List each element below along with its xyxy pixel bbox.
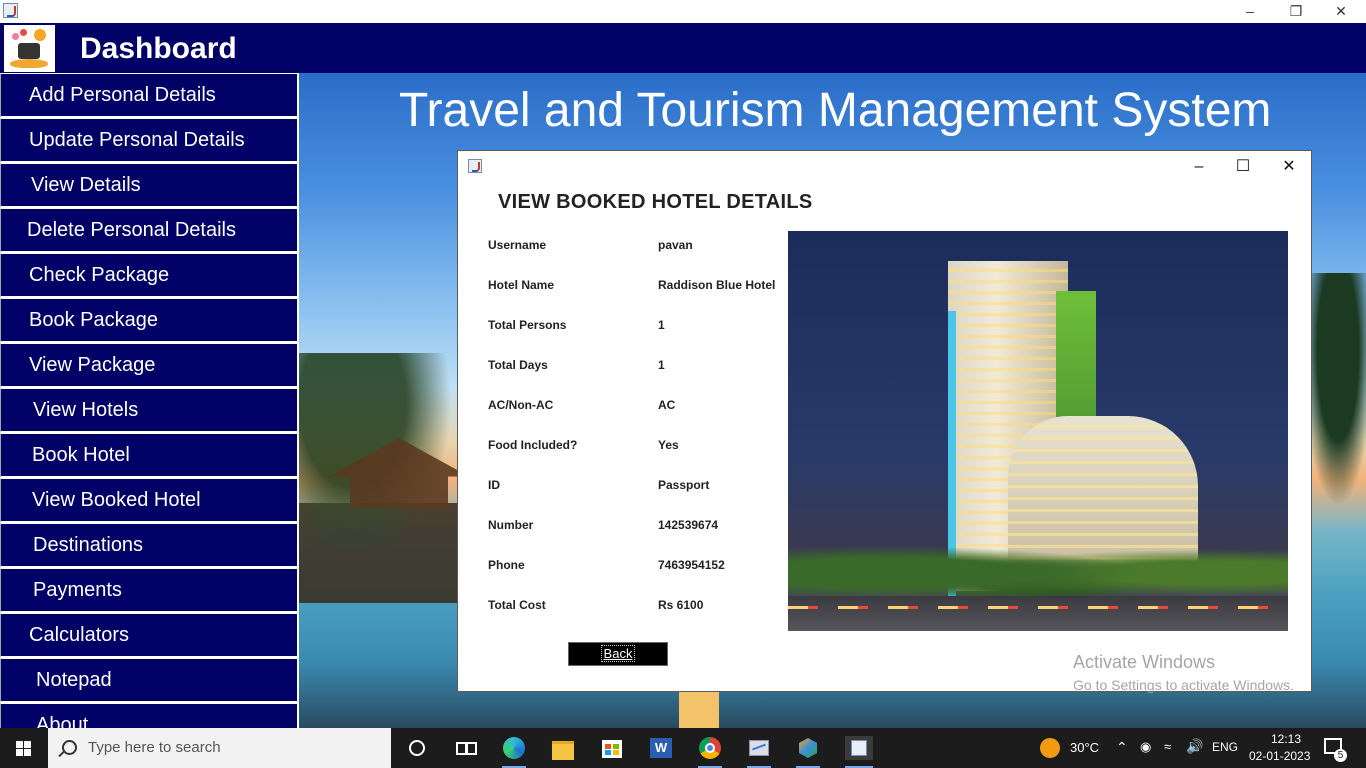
back-button-label: Back — [600, 645, 636, 662]
sidebar-item-about[interactable]: About — [0, 703, 299, 728]
total-cost-label: Total Cost — [488, 598, 546, 612]
hotel-name-value: Raddison Blue Hotel — [658, 278, 776, 292]
close-icon[interactable]: ✕ — [1266, 155, 1312, 179]
volume-icon[interactable]: 🔊 — [1186, 738, 1203, 755]
sidebar-item-book-hotel[interactable]: Book Hotel — [0, 433, 299, 478]
phone-label: Phone — [488, 558, 525, 572]
close-icon[interactable]: ✕ — [1318, 0, 1364, 23]
search-placeholder: Type here to search — [88, 739, 221, 756]
weather-temperature[interactable]: 30°C — [1070, 740, 1099, 755]
minimize-icon[interactable]: – — [1227, 0, 1273, 23]
notification-badge: 5 — [1334, 749, 1347, 762]
view-booked-hotel-dialog: – ☐ ✕ VIEW BOOKED HOTEL DETAILS Username… — [457, 150, 1312, 692]
dashboard-header: Dashboard — [0, 23, 1366, 73]
chrome-icon[interactable] — [698, 736, 722, 760]
windows-start-icon[interactable] — [0, 728, 48, 768]
dialog-heading: VIEW BOOKED HOTEL DETAILS — [498, 191, 813, 213]
netbeans-icon[interactable] — [796, 736, 820, 760]
clock-time[interactable]: 12:13 — [1265, 732, 1307, 746]
activate-windows-subtitle: Go to Settings to activate Windows. — [1073, 677, 1294, 693]
task-manager-icon[interactable] — [747, 736, 771, 760]
cortana-icon[interactable] — [405, 736, 429, 760]
id-label: ID — [488, 478, 500, 492]
restore-icon[interactable]: ❐ — [1273, 0, 1319, 23]
total-persons-value: 1 — [658, 318, 665, 332]
search-icon — [62, 740, 77, 755]
total-cost-value: Rs 6100 — [658, 598, 704, 612]
sidebar-item-book-package[interactable]: Book Package — [0, 298, 299, 343]
total-persons-label: Total Persons — [488, 318, 567, 332]
trees — [788, 531, 1288, 601]
window-titlebar: – ❐ ✕ — [0, 0, 1366, 23]
taskbar-search-input[interactable]: Type here to search — [48, 728, 391, 768]
total-days-value: 1 — [658, 358, 665, 372]
back-button[interactable]: Back — [568, 642, 668, 666]
clock-date[interactable]: 02-01-2023 — [1249, 749, 1310, 763]
chevron-up-icon[interactable]: ⌃ — [1116, 739, 1128, 756]
sidebar-item-view-hotels[interactable]: View Hotels — [0, 388, 299, 433]
store-icon[interactable] — [600, 736, 624, 760]
edge-browser-icon[interactable] — [502, 736, 526, 760]
username-value: pavan — [658, 238, 693, 252]
ac-value: AC — [658, 398, 676, 412]
food-label: Food Included? — [488, 438, 578, 452]
username-label: Username — [488, 238, 547, 252]
language-indicator[interactable]: ENG — [1212, 740, 1238, 754]
system-title: Travel and Tourism Management System — [399, 84, 1272, 137]
sidebar-item-view-details[interactable]: View Details — [0, 163, 299, 208]
hotel-name-label: Hotel Name — [488, 278, 555, 292]
sidebar-item-destinations[interactable]: Destinations — [0, 523, 299, 568]
sidebar-item-view-package[interactable]: View Package — [0, 343, 299, 388]
food-value: Yes — [658, 438, 679, 452]
java-app-icon[interactable] — [845, 736, 873, 760]
sidebar-item-check-package[interactable]: Check Package — [0, 253, 299, 298]
taskbar: Type here to search W 30°C ⌃ ◉ ≈ 🔊 ENG 1… — [0, 728, 1366, 768]
minimize-icon[interactable]: – — [1176, 155, 1222, 179]
task-view-icon[interactable] — [453, 736, 477, 760]
id-value: Passport — [658, 478, 710, 492]
word-icon[interactable]: W — [649, 736, 673, 760]
sidebar-item-payments[interactable]: Payments — [0, 568, 299, 613]
sidebar-item-calculators[interactable]: Calculators — [0, 613, 299, 658]
street — [788, 596, 1288, 631]
java-app-icon — [468, 159, 482, 173]
total-days-label: Total Days — [488, 358, 548, 372]
ac-label: AC/Non-AC — [488, 398, 554, 412]
file-explorer-icon[interactable] — [551, 736, 575, 760]
sidebar-item-notepad[interactable]: Notepad — [0, 658, 299, 703]
number-label: Number — [488, 518, 534, 532]
sidebar-item-view-booked-hotel[interactable]: View Booked Hotel — [0, 478, 299, 523]
sidebar-item-add-personal-details[interactable]: Add Personal Details — [0, 73, 299, 118]
maximize-icon[interactable]: ☐ — [1220, 155, 1266, 179]
sidebar-item-update-personal-details[interactable]: Update Personal Details — [0, 118, 299, 163]
wifi-icon[interactable]: ≈ — [1164, 739, 1171, 754]
sidebar: Add Personal Details Update Personal Det… — [0, 73, 299, 728]
java-app-icon — [3, 3, 18, 18]
phone-value: 7463954152 — [658, 558, 725, 572]
weather-sun-icon[interactable] — [1040, 738, 1060, 758]
hotel-image — [788, 231, 1288, 631]
page-title: Dashboard — [80, 32, 237, 65]
number-value: 142539674 — [658, 518, 719, 532]
sidebar-item-delete-personal-details[interactable]: Delete Personal Details — [0, 208, 299, 253]
activate-windows-title: Activate Windows — [1073, 652, 1216, 672]
travel-logo-icon — [4, 25, 55, 72]
meet-now-icon[interactable]: ◉ — [1140, 739, 1151, 755]
